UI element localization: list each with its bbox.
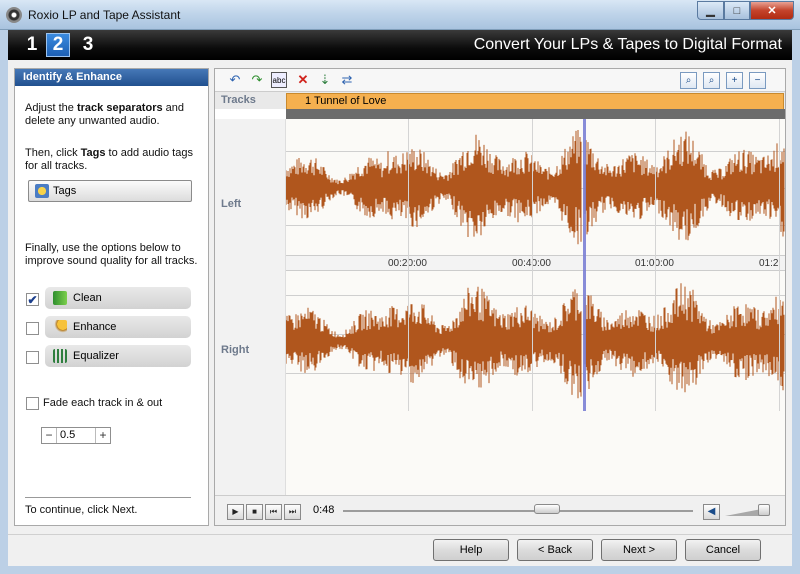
step-banner: 1 2 3 Convert Your LPs & Tapes to Digita… xyxy=(8,30,792,60)
tag-icon xyxy=(35,184,49,198)
audio-editor: ↶ ↷ abc ✕ ⇣ ⇄ ⌕ ⌕ + − Tracks 1 Tunnel of… xyxy=(214,68,786,526)
editor-toolbar: ↶ ↷ abc ✕ ⇣ ⇄ ⌕ ⌕ + − xyxy=(215,69,785,91)
panel-header: Identify & Enhance xyxy=(15,69,208,86)
next-icon[interactable]: ⏭ xyxy=(284,504,301,520)
enhance-button[interactable]: Enhance xyxy=(45,316,191,338)
step-2[interactable]: 2 xyxy=(46,33,70,57)
fade-label: Fade each track in & out xyxy=(43,397,163,409)
right-waveform xyxy=(286,283,785,399)
gridline xyxy=(779,119,780,411)
gridline xyxy=(655,119,656,411)
volume-thumb[interactable] xyxy=(758,504,770,516)
divider xyxy=(25,497,191,498)
cancel-button[interactable]: Cancel xyxy=(685,539,761,561)
track-separator-strip[interactable] xyxy=(286,109,785,119)
equalizer-button[interactable]: Equalizer xyxy=(45,345,191,367)
zoom-out-icon[interactable]: − xyxy=(749,72,766,89)
play-icon[interactable]: ▶ xyxy=(227,504,244,520)
fade-checkbox[interactable] xyxy=(26,397,39,410)
plus-icon[interactable]: + xyxy=(96,428,110,443)
channel-labels: Left Right xyxy=(215,119,286,495)
waveform-path xyxy=(286,283,785,399)
right-channel-label: Right xyxy=(221,344,250,356)
app-icon xyxy=(6,7,22,23)
tags-button[interactable]: Tags xyxy=(28,180,192,202)
rename-icon[interactable]: abc xyxy=(271,72,287,88)
speaker-icon[interactable]: ◀ xyxy=(703,504,720,520)
step-1[interactable]: 1 xyxy=(20,33,44,57)
previous-icon[interactable]: ⏮ xyxy=(265,504,282,520)
enhance-label: Enhance xyxy=(73,321,117,333)
close-icon: ✕ xyxy=(767,5,777,17)
minimize-icon: ▁ xyxy=(706,5,715,17)
equalizer-icon xyxy=(53,349,67,363)
instruction-tags: Then, click Tags to add audio tags for a… xyxy=(25,147,205,173)
instruction-emphasis: track separators xyxy=(76,102,163,114)
merge-track-icon[interactable]: ⇄ xyxy=(339,72,355,88)
clean-checkbox[interactable]: ✔ xyxy=(26,293,39,306)
window-title: Roxio LP and Tape Assistant xyxy=(28,8,181,22)
seek-thumb[interactable] xyxy=(534,504,560,514)
wand-icon xyxy=(53,320,67,334)
clean-button[interactable]: Clean xyxy=(45,287,191,309)
track-segment[interactable]: 1 Tunnel of Love xyxy=(286,93,784,110)
ruler-label: 01:2 xyxy=(759,258,779,269)
left-waveform xyxy=(286,130,785,245)
time-ruler: 00:20:00 00:40:00 01:00:00 01:2 xyxy=(286,255,785,271)
tracks-row: Tracks 1 Tunnel of Love xyxy=(215,91,785,110)
instruction-emphasis: Tags xyxy=(80,147,106,159)
zoom-in-icon[interactable]: + xyxy=(726,72,743,89)
playhead-cursor[interactable] xyxy=(583,119,586,411)
redo-icon[interactable]: ↷ xyxy=(249,72,265,88)
equalizer-label: Equalizer xyxy=(73,350,119,362)
maximize-icon: □ xyxy=(733,4,741,17)
close-button[interactable]: ✕ xyxy=(750,1,794,20)
fade-duration-value[interactable]: 0.5 xyxy=(56,428,96,443)
maximize-button[interactable]: □ xyxy=(724,1,750,20)
minus-icon[interactable]: − xyxy=(42,428,56,443)
fade-duration-stepper[interactable]: − 0.5 + xyxy=(41,427,111,444)
instruction-separators: Adjust the track separators and delete a… xyxy=(25,102,205,128)
tags-button-label: Tags xyxy=(53,185,77,197)
zoom-fit-icon[interactable]: ⌕ xyxy=(680,72,697,89)
instruction-text: Then, click xyxy=(25,147,81,159)
banner-title: Convert Your LPs & Tapes to Digital Form… xyxy=(473,36,782,53)
enhance-checkbox[interactable] xyxy=(26,322,39,335)
title-bar: Roxio LP and Tape Assistant ▁ □ ✕ xyxy=(0,0,800,30)
step-3[interactable]: 3 xyxy=(76,33,100,57)
instruction-options: Finally, use the options below to improv… xyxy=(25,242,198,267)
instruction-text: Adjust the xyxy=(25,102,77,114)
split-track-icon[interactable]: ⇣ xyxy=(317,72,333,88)
next-button[interactable]: Next > xyxy=(601,539,677,561)
gridline xyxy=(408,119,409,411)
delete-icon[interactable]: ✕ xyxy=(295,72,311,88)
current-time: 0:48 xyxy=(313,504,335,516)
waveform-area[interactable]: 00:20:00 00:40:00 01:00:00 01:2 xyxy=(286,119,785,495)
client-area: Identify & Enhance Adjust the track sepa… xyxy=(8,60,792,534)
window-controls: ▁ □ ✕ xyxy=(697,1,794,20)
tracks-label: Tracks xyxy=(221,94,256,106)
transport-bar: ▶ ■ ⏮ ⏭ 0:48 ◀ xyxy=(215,495,785,525)
zoom-selection-icon[interactable]: ⌕ xyxy=(703,72,720,89)
stop-icon[interactable]: ■ xyxy=(246,504,263,520)
clean-label: Clean xyxy=(73,292,102,304)
back-button[interactable]: < Back xyxy=(517,539,593,561)
equalizer-checkbox[interactable] xyxy=(26,351,39,364)
dialog-buttons: Help < Back Next > Cancel xyxy=(8,534,792,566)
left-channel-label: Left xyxy=(221,198,242,210)
minimize-button[interactable]: ▁ xyxy=(697,1,724,20)
continue-hint: To continue, click Next. xyxy=(25,504,138,516)
clean-icon xyxy=(53,291,67,305)
waveform-path xyxy=(286,130,785,245)
identify-enhance-panel: Identify & Enhance Adjust the track sepa… xyxy=(14,68,209,526)
gridline xyxy=(532,119,533,411)
help-button[interactable]: Help xyxy=(433,539,509,561)
seek-track[interactable] xyxy=(343,510,693,512)
undo-icon[interactable]: ↶ xyxy=(227,72,243,88)
